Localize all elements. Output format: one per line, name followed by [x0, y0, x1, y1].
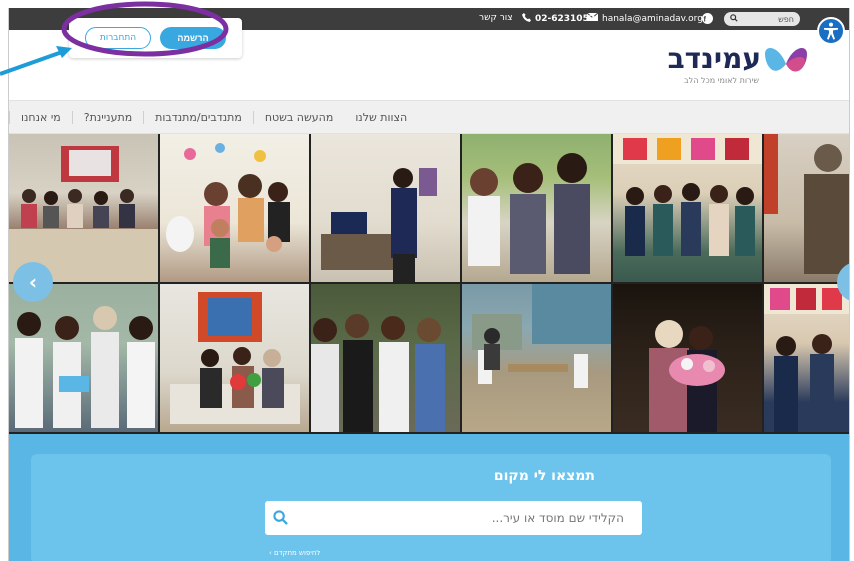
highlight-ellipse: [61, 1, 229, 57]
accessibility-button[interactable]: [817, 17, 845, 45]
pointer-arrow: [0, 50, 63, 76]
accessibility-icon: [824, 22, 838, 40]
annotation-overlay: [0, 1, 229, 76]
